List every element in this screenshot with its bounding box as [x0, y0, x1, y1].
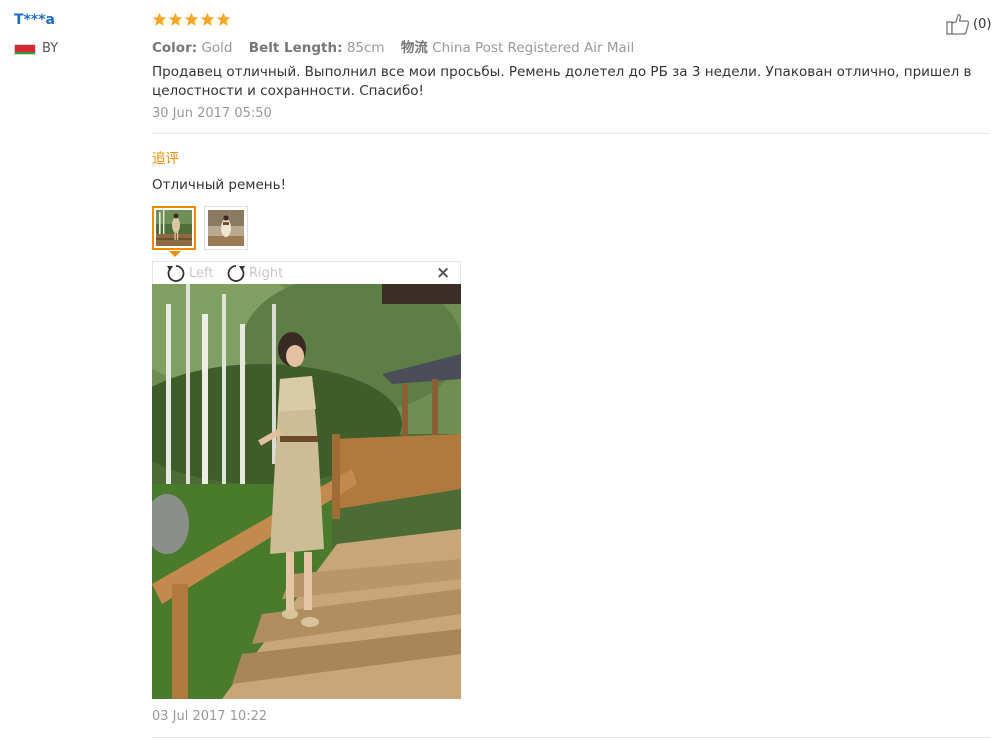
review-text: Продавец отличный. Выполнил все мои прос… [152, 64, 972, 99]
review-photo [152, 284, 461, 699]
star-icon [216, 12, 231, 26]
photo-thumbnail-2[interactable] [204, 206, 248, 250]
rating-stars [152, 12, 231, 27]
color-label: Color: [152, 40, 198, 56]
star-icon [168, 12, 183, 26]
rotate-right-button[interactable]: Right [225, 262, 283, 284]
photo-viewer-toolbar: Left Right × [152, 261, 461, 284]
close-viewer-button[interactable]: × [436, 264, 450, 282]
reviewer-name[interactable]: T***a [14, 12, 55, 28]
photo-thumbnail-image [156, 210, 192, 246]
followup-label: 追评 [152, 151, 179, 167]
belarus-flag-icon [14, 44, 36, 55]
reviewer-country: BY [42, 41, 59, 56]
like-count: (0) [973, 16, 992, 32]
star-icon [152, 12, 167, 26]
rotate-left-label: Left [189, 265, 214, 281]
rotate-left-icon [167, 265, 185, 282]
shipping-value: China Post Registered Air Mail [432, 40, 635, 56]
thumbs-up-icon [946, 14, 970, 35]
shipping-label: 物流 [400, 40, 428, 56]
review-date: 30 Jun 2017 05:50 [152, 106, 272, 121]
divider [152, 133, 990, 134]
photo-thumbnail-1[interactable] [152, 206, 196, 250]
rotate-right-icon [227, 265, 245, 282]
belt-length-value: 85cm [346, 40, 385, 56]
followup-date: 03 Jul 2017 10:22 [152, 709, 268, 724]
rotate-left-button[interactable]: Left [165, 262, 213, 284]
photo-thumbnail-image [208, 210, 244, 246]
order-attributes: Color: Gold Belt Length: 85cm 物流 China P… [152, 36, 634, 56]
selected-thumbnail-caret [169, 251, 181, 257]
star-icon [200, 12, 215, 26]
followup-text: Отличный ремень! [152, 177, 286, 193]
belt-length-label: Belt Length: [248, 40, 343, 56]
like-button[interactable]: (0) [946, 13, 991, 35]
star-icon [184, 12, 199, 26]
divider [152, 737, 990, 738]
rotate-right-label: Right [249, 265, 284, 281]
color-value: Gold [201, 40, 233, 56]
